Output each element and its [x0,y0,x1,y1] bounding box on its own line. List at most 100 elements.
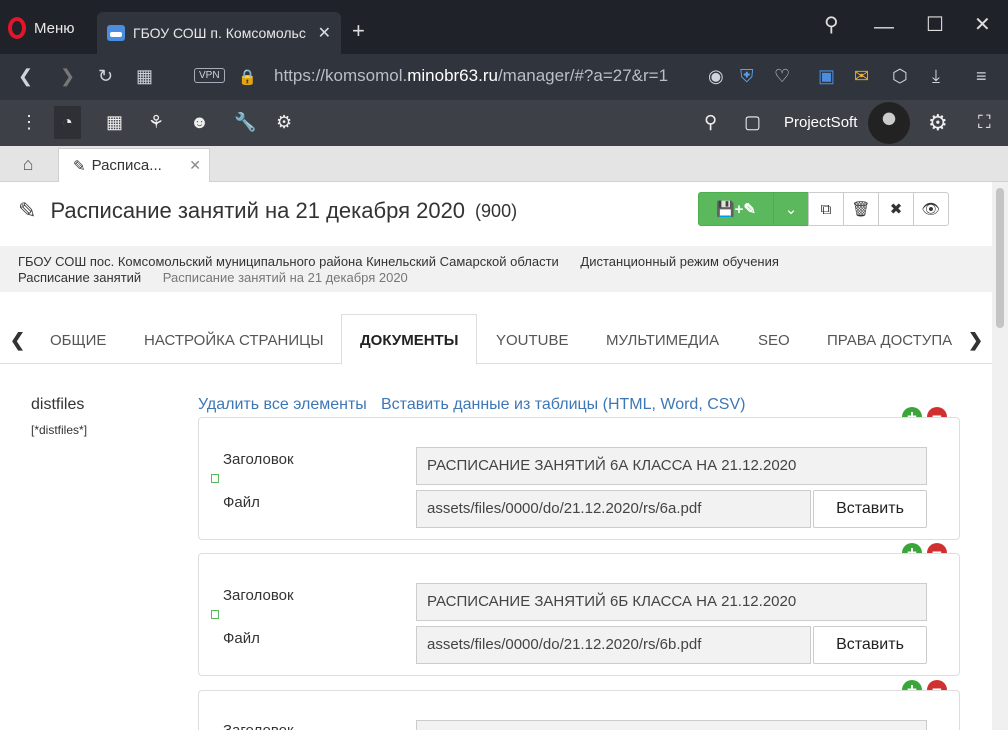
address-bar: ❮ ❯ ↻ ▦ VPN 🔒 https://komsomol.minobr63.… [0,54,1008,100]
cube-icon[interactable]: ⬡ [892,66,908,87]
elements-grid-icon[interactable]: ▦ [106,112,123,133]
tab-youtube[interactable]: YOUTUBE [496,332,569,349]
tab-page-settings[interactable]: НАСТРОЙКА СТРАНИЦЫ [144,332,324,349]
file-input[interactable]: assets/files/0000/do/21.12.2020/rs/6b.pd… [416,626,811,664]
row-checkbox[interactable] [211,610,219,619]
cancel-button[interactable]: ✖ [878,192,914,226]
minimize-window-icon[interactable]: — [874,16,894,39]
scrollbar-thumb[interactable] [996,188,1004,328]
settings-gear-icon[interactable]: ⚙ [276,112,292,133]
url-domain: minobr63.ru [407,66,498,85]
tab-multimedia[interactable]: МУЛЬТИМЕДИА [606,332,719,349]
close-document-tab-icon[interactable]: ✕ [189,157,201,174]
page-title-text: Расписание занятий на 21 декабря 2020 [50,198,466,223]
tabs-scroll-right-icon[interactable]: ❯ [968,330,983,351]
vpn-badge[interactable]: VPN [194,68,225,83]
breadcrumb: ГБОУ СОШ пос. Комсомольский муниципально… [0,246,992,292]
search-icon[interactable]: ⚲ [704,112,717,133]
list-item: Заголовок Файл РАСПИСАНИЕ ЗАНЯТИЙ 6А КЛА… [198,417,960,540]
file-input[interactable]: assets/files/0000/do/21.12.2020/rs/6a.pd… [416,490,811,528]
document-tab-label: Расписа... [91,157,162,174]
system-settings-icon[interactable]: ⚙ [928,110,948,136]
home-icon: ⌂ [22,153,34,174]
edit-doc-icon: ✎ [73,157,86,175]
breadcrumb-item[interactable]: Дистанционный режим обучения [580,254,779,269]
list-item: Заголовок Файл РАСПИСАНИЕ ЗАНЯТИЙ 6Б КЛА… [198,553,960,676]
edit-pencil-icon: ✎ [18,198,37,223]
row-checkbox[interactable] [211,474,219,483]
browser-tab-strip: Меню ГБОУ СОШ п. Комсомольс ✕ + ⚲ — ☐ ✕ [0,0,1008,54]
opera-menu-button[interactable]: Меню [8,16,75,40]
title-label: Заголовок [223,451,294,468]
site-favicon-icon [107,25,125,41]
modules-icon[interactable]: ⚘ [148,112,164,133]
wallet-icon[interactable]: ▣ [818,66,835,87]
page-title: ✎ Расписание занятий на 21 декабря 2020 … [18,198,517,224]
back-icon[interactable]: ❮ [18,66,33,87]
lock-icon[interactable]: 🔒 [238,68,257,86]
dashboard-icon[interactable]: ◔ [54,106,81,139]
chevron-down-icon: ⌄ [784,201,798,218]
tab-documents[interactable]: ДОКУМЕНТЫ [341,314,478,365]
maximize-window-icon[interactable]: ☐ [926,12,944,37]
home-tab[interactable]: ⌂ [0,146,56,182]
forward-icon[interactable]: ❯ [60,66,75,87]
close-tab-icon[interactable]: ✕ [318,23,331,43]
close-window-icon[interactable]: ✕ [974,12,991,37]
user-name[interactable]: ProjectSoft [784,114,857,131]
browser-tab[interactable]: ГБОУ СОШ п. Комсомольс ✕ [97,12,341,54]
file-label: Файл [223,630,260,647]
document-id: (900) [475,200,518,221]
users-icon[interactable]: ☻ [190,112,209,133]
reload-icon[interactable]: ↻ [98,66,113,87]
page-scrollbar[interactable] [992,182,1008,730]
save-button[interactable]: 💾+✎ [698,192,774,226]
url-field[interactable]: https://komsomol.minobr63.ru/manager/#?a… [274,66,668,86]
close-circle-icon: ✖ [889,201,903,218]
easy-setup-icon[interactable]: ≡ [976,66,987,87]
preview-button[interactable]: 👁 [913,192,949,226]
shield-icon[interactable]: ⛨ [740,66,754,87]
fullscreen-icon[interactable]: ⛶ [978,112,991,133]
insert-file-button[interactable]: Вставить [813,626,927,664]
tools-icon[interactable]: 🔧 [234,112,256,133]
duplicate-button[interactable]: ⧉ [808,192,844,226]
delete-button[interactable]: 🗑 [843,192,879,226]
browser-tab-title: ГБОУ СОШ п. Комсомольс [133,25,306,41]
tab-seo[interactable]: SEO [758,332,790,349]
title-input[interactable]: РАСПИСАНИЕ ЗАНЯТИЙ 6Б КЛАССА НА 21.12.20… [416,583,927,621]
chat-icon[interactable]: ✉ [854,66,869,87]
title-label: Заголовок [223,722,294,730]
search-tabs-icon[interactable]: ⚲ [824,12,839,37]
download-icon[interactable]: ⤓ [932,66,940,87]
menu-label: Меню [34,19,75,37]
breadcrumb-item[interactable]: ГБОУ СОШ пос. Комсомольский муниципально… [18,254,559,269]
speed-dial-icon[interactable]: ▦ [136,66,153,87]
trash-icon: 🗑 [851,201,871,218]
save-options-dropdown[interactable]: ⌄ [773,192,809,226]
delete-all-link[interactable]: Удалить все элементы [198,396,367,414]
url-path: /manager/#?a=27&r=1 [497,66,669,85]
heart-icon[interactable]: ♡ [774,66,790,87]
manager-navbar: ⋮ ◔ ▦ ⚘ ☻ 🔧 ⚙ ⚲ ▢ ProjectSoft ⚙ ⛶ [0,100,1008,146]
tab-access-rights[interactable]: ПРАВА ДОСТУПА [827,332,952,349]
file-label: Файл [223,494,260,511]
field-label: distfiles [31,396,85,413]
tabs-scroll-left-icon[interactable]: ❮ [10,330,25,351]
manager-tabs: ⌂ ✎ Расписа... ✕ [0,146,1008,182]
save-plus-edit-icon: 💾+✎ [715,201,756,218]
paste-table-link[interactable]: Вставить данные из таблицы (HTML, Word, … [381,396,745,414]
document-tab[interactable]: ✎ Расписа... ✕ [58,148,210,182]
title-input[interactable] [416,720,927,730]
menu-dots-icon[interactable]: ⋮ [20,112,38,133]
tab-general[interactable]: ОБЩИЕ [50,332,106,349]
user-avatar[interactable] [868,102,910,144]
breadcrumb-item[interactable]: Расписание занятий [18,270,141,285]
insert-file-button[interactable]: Вставить [813,490,927,528]
view-site-icon[interactable]: ▢ [744,112,761,133]
new-tab-button[interactable]: + [352,18,365,44]
title-input[interactable]: РАСПИСАНИЕ ЗАНЯТИЙ 6А КЛАССА НА 21.12.20… [416,447,927,485]
list-item: Заголовок [198,690,960,730]
camera-icon[interactable]: ◉ [708,66,724,87]
copy-icon: ⧉ [820,200,832,218]
